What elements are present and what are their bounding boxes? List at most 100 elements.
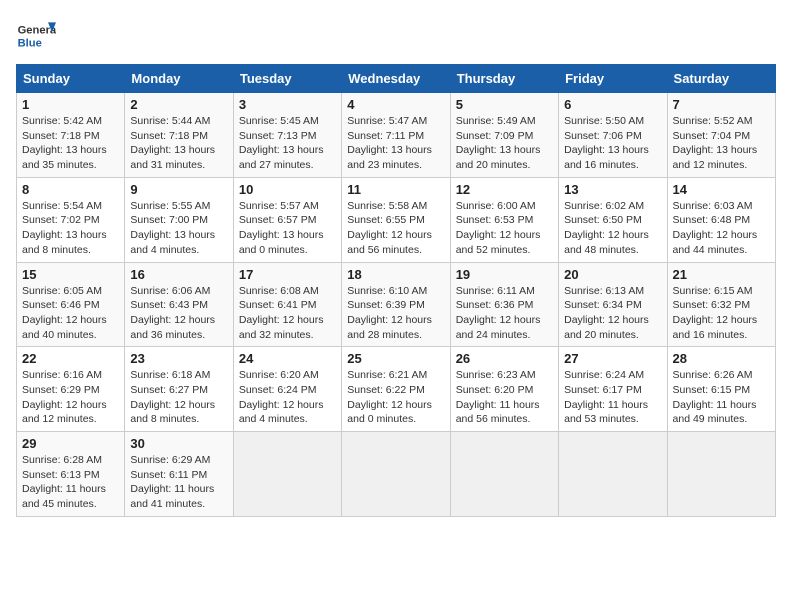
day-detail: Sunrise: 5:54 AMSunset: 7:02 PMDaylight:… [22,199,119,258]
table-row: 12 Sunrise: 6:00 AMSunset: 6:53 PMDayligh… [450,177,558,262]
weekday-header-monday: Monday [125,65,233,93]
day-number: 25 [347,351,444,366]
day-detail: Sunrise: 6:02 AMSunset: 6:50 PMDaylight:… [564,199,661,258]
table-row: 8 Sunrise: 5:54 AMSunset: 7:02 PMDaylight… [17,177,125,262]
weekday-header-friday: Friday [559,65,667,93]
day-detail: Sunrise: 6:06 AMSunset: 6:43 PMDaylight:… [130,284,227,343]
weekday-header-thursday: Thursday [450,65,558,93]
calendar-week-row: 1 Sunrise: 5:42 AMSunset: 7:18 PMDaylight… [17,93,776,178]
day-detail: Sunrise: 5:42 AMSunset: 7:18 PMDaylight:… [22,114,119,173]
day-number: 4 [347,97,444,112]
day-number: 17 [239,267,336,282]
table-row [559,432,667,517]
day-number: 8 [22,182,119,197]
table-row: 2 Sunrise: 5:44 AMSunset: 7:18 PMDaylight… [125,93,233,178]
day-detail: Sunrise: 6:18 AMSunset: 6:27 PMDaylight:… [130,368,227,427]
day-detail: Sunrise: 6:24 AMSunset: 6:17 PMDaylight:… [564,368,661,427]
calendar-week-row: 15Sunrise: 6:05 AMSunset: 6:46 PMDayligh… [17,262,776,347]
table-row: 28 Sunrise: 6:26 AMSunset: 6:15 PMDayligh… [667,347,775,432]
day-number: 30 [130,436,227,451]
day-detail: Sunrise: 5:52 AMSunset: 7:04 PMDaylight:… [673,114,770,173]
day-detail: Sunrise: 5:58 AMSunset: 6:55 PMDaylight:… [347,199,444,258]
table-row: 16Sunrise: 6:06 AMSunset: 6:43 PMDayligh… [125,262,233,347]
day-detail: Sunrise: 5:49 AMSunset: 7:09 PMDaylight:… [456,114,553,173]
day-detail: Sunrise: 5:55 AMSunset: 7:00 PMDaylight:… [130,199,227,258]
table-row: 21 Sunrise: 6:15 AMSunset: 6:32 PMDayligh… [667,262,775,347]
day-detail: Sunrise: 6:21 AMSunset: 6:22 PMDaylight:… [347,368,444,427]
table-row: 6 Sunrise: 5:50 AMSunset: 7:06 PMDaylight… [559,93,667,178]
day-number: 5 [456,97,553,112]
day-number: 6 [564,97,661,112]
day-number: 27 [564,351,661,366]
weekday-header-sunday: Sunday [17,65,125,93]
day-number: 23 [130,351,227,366]
day-detail: Sunrise: 6:03 AMSunset: 6:48 PMDaylight:… [673,199,770,258]
day-detail: Sunrise: 6:15 AMSunset: 6:32 PMDaylight:… [673,284,770,343]
table-row: 30 Sunrise: 6:29 AMSunset: 6:11 PMDayligh… [125,432,233,517]
table-row: 25 Sunrise: 6:21 AMSunset: 6:22 PMDayligh… [342,347,450,432]
day-detail: Sunrise: 6:26 AMSunset: 6:15 PMDaylight:… [673,368,770,427]
calendar-week-row: 8 Sunrise: 5:54 AMSunset: 7:02 PMDaylight… [17,177,776,262]
day-number: 11 [347,182,444,197]
day-number: 14 [673,182,770,197]
table-row: 1 Sunrise: 5:42 AMSunset: 7:18 PMDaylight… [17,93,125,178]
day-number: 12 [456,182,553,197]
table-row: 29Sunrise: 6:28 AMSunset: 6:13 PMDayligh… [17,432,125,517]
table-row: 10 Sunrise: 5:57 AMSunset: 6:57 PMDayligh… [233,177,341,262]
weekday-header-saturday: Saturday [667,65,775,93]
day-number: 1 [22,97,119,112]
table-row: 22 Sunrise: 6:16 AMSunset: 6:29 PMDayligh… [17,347,125,432]
table-row: 5 Sunrise: 5:49 AMSunset: 7:09 PMDaylight… [450,93,558,178]
table-row: 14 Sunrise: 6:03 AMSunset: 6:48 PMDayligh… [667,177,775,262]
day-number: 20 [564,267,661,282]
table-row: 18 Sunrise: 6:10 AMSunset: 6:39 PMDayligh… [342,262,450,347]
day-number: 28 [673,351,770,366]
day-number: 13 [564,182,661,197]
day-detail: Sunrise: 6:10 AMSunset: 6:39 PMDaylight:… [347,284,444,343]
table-row [233,432,341,517]
day-number: 2 [130,97,227,112]
table-row: 23 Sunrise: 6:18 AMSunset: 6:27 PMDayligh… [125,347,233,432]
table-row: 9Sunrise: 5:55 AMSunset: 7:00 PMDaylight… [125,177,233,262]
table-row [450,432,558,517]
table-row: 15Sunrise: 6:05 AMSunset: 6:46 PMDayligh… [17,262,125,347]
day-detail: Sunrise: 6:00 AMSunset: 6:53 PMDaylight:… [456,199,553,258]
table-row: 19Sunrise: 6:11 AMSunset: 6:36 PMDayligh… [450,262,558,347]
day-detail: Sunrise: 6:29 AMSunset: 6:11 PMDaylight:… [130,453,227,512]
day-number: 21 [673,267,770,282]
table-row [667,432,775,517]
day-number: 10 [239,182,336,197]
day-number: 18 [347,267,444,282]
table-row: 7 Sunrise: 5:52 AMSunset: 7:04 PMDaylight… [667,93,775,178]
day-detail: Sunrise: 6:08 AMSunset: 6:41 PMDaylight:… [239,284,336,343]
day-detail: Sunrise: 5:45 AMSunset: 7:13 PMDaylight:… [239,114,336,173]
weekday-header-wednesday: Wednesday [342,65,450,93]
table-row: 11 Sunrise: 5:58 AMSunset: 6:55 PMDayligh… [342,177,450,262]
table-row: 20 Sunrise: 6:13 AMSunset: 6:34 PMDayligh… [559,262,667,347]
day-number: 22 [22,351,119,366]
table-row: 4 Sunrise: 5:47 AMSunset: 7:11 PMDaylight… [342,93,450,178]
table-row [342,432,450,517]
day-detail: Sunrise: 6:13 AMSunset: 6:34 PMDaylight:… [564,284,661,343]
table-row: 24 Sunrise: 6:20 AMSunset: 6:24 PMDayligh… [233,347,341,432]
calendar-week-row: 22 Sunrise: 6:16 AMSunset: 6:29 PMDayligh… [17,347,776,432]
day-detail: Sunrise: 5:50 AMSunset: 7:06 PMDaylight:… [564,114,661,173]
day-detail: Sunrise: 6:20 AMSunset: 6:24 PMDaylight:… [239,368,336,427]
logo: General Blue [16,16,60,56]
day-number: 7 [673,97,770,112]
table-row: 17 Sunrise: 6:08 AMSunset: 6:41 PMDayligh… [233,262,341,347]
header: General Blue [16,16,776,56]
calendar-week-row: 29Sunrise: 6:28 AMSunset: 6:13 PMDayligh… [17,432,776,517]
day-detail: Sunrise: 5:47 AMSunset: 7:11 PMDaylight:… [347,114,444,173]
day-detail: Sunrise: 5:57 AMSunset: 6:57 PMDaylight:… [239,199,336,258]
day-detail: Sunrise: 6:16 AMSunset: 6:29 PMDaylight:… [22,368,119,427]
table-row: 27 Sunrise: 6:24 AMSunset: 6:17 PMDayligh… [559,347,667,432]
table-row: 26Sunrise: 6:23 AMSunset: 6:20 PMDayligh… [450,347,558,432]
day-number: 29 [22,436,119,451]
table-row: 13 Sunrise: 6:02 AMSunset: 6:50 PMDayligh… [559,177,667,262]
day-number: 3 [239,97,336,112]
day-number: 24 [239,351,336,366]
day-detail: Sunrise: 5:44 AMSunset: 7:18 PMDaylight:… [130,114,227,173]
day-number: 19 [456,267,553,282]
day-number: 26 [456,351,553,366]
